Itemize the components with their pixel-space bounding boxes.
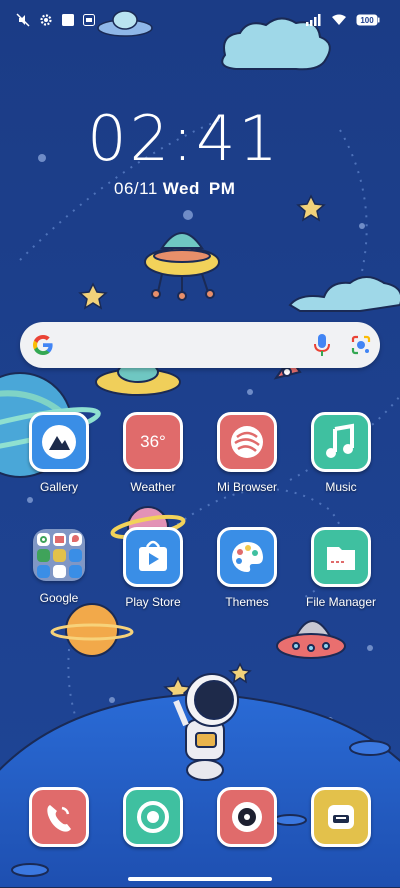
square-notification-icon bbox=[62, 14, 74, 26]
wifi-icon bbox=[331, 14, 347, 26]
clock-date[interactable]: 06/11 Wed PM bbox=[114, 179, 235, 199]
app-label: Gallery bbox=[39, 480, 78, 494]
file-manager-icon bbox=[311, 527, 371, 587]
folder-app-google-icon bbox=[37, 533, 50, 546]
folder-app-meet-icon bbox=[53, 549, 66, 562]
folder-icon bbox=[33, 529, 85, 581]
google-search-bar[interactable] bbox=[20, 322, 380, 368]
day-text: Wed bbox=[162, 179, 200, 198]
ampm-text: PM bbox=[208, 179, 236, 198]
app-label: Google bbox=[39, 591, 79, 605]
folder-app-photos-icon bbox=[69, 549, 82, 562]
browser-icon bbox=[217, 412, 277, 472]
themes-icon bbox=[217, 527, 277, 587]
play-store-icon bbox=[123, 527, 183, 587]
dock-camera[interactable] bbox=[202, 787, 292, 847]
chrome-icon bbox=[123, 787, 183, 847]
signal-icon bbox=[306, 14, 322, 26]
weather-temperature: 36° bbox=[140, 432, 166, 451]
status-bar: 100 bbox=[16, 10, 380, 30]
app-weather[interactable]: 36° Weather bbox=[108, 412, 198, 494]
folder-app-drive-icon bbox=[37, 549, 50, 562]
dock-phone[interactable] bbox=[14, 787, 104, 847]
mute-icon bbox=[16, 13, 30, 27]
date-text: 06/11 bbox=[114, 179, 158, 198]
folder-app-files-icon bbox=[53, 565, 66, 578]
folder-app-duo-icon bbox=[37, 565, 50, 578]
app-music[interactable]: Music bbox=[296, 412, 386, 494]
battery-level: 100 bbox=[360, 16, 374, 25]
app-label: Mi Browser bbox=[216, 480, 277, 494]
weather-icon: 36° bbox=[123, 412, 183, 472]
app-mi-browser[interactable]: Mi Browser bbox=[202, 412, 292, 494]
mic-icon[interactable] bbox=[312, 332, 332, 363]
app-themes[interactable]: Themes bbox=[202, 527, 292, 609]
battery-icon: 100 bbox=[356, 14, 380, 26]
app-file-manager[interactable]: File Manager bbox=[296, 527, 386, 609]
camera-icon bbox=[217, 787, 277, 847]
folder-app-settings-icon bbox=[69, 565, 82, 578]
lens-icon[interactable] bbox=[350, 334, 372, 361]
folder-app-gmail-icon bbox=[53, 533, 66, 546]
dock-messages[interactable] bbox=[296, 787, 386, 847]
dock-chrome[interactable] bbox=[108, 787, 198, 847]
app-label: File Manager bbox=[305, 595, 377, 609]
app-label: Themes bbox=[225, 595, 269, 609]
clock-time[interactable]: 02:41 bbox=[0, 104, 368, 174]
app-label: Weather bbox=[130, 480, 176, 494]
music-icon bbox=[311, 412, 371, 472]
app-gallery[interactable]: Gallery bbox=[14, 412, 104, 494]
folder-app-maps-icon bbox=[69, 533, 82, 546]
phone-icon bbox=[29, 787, 89, 847]
home-indicator[interactable] bbox=[128, 877, 272, 881]
gear-icon bbox=[39, 13, 53, 27]
app-label: Music bbox=[325, 480, 357, 494]
sim-icon bbox=[83, 14, 95, 26]
app-google-folder[interactable]: Google bbox=[14, 527, 104, 605]
gallery-icon bbox=[29, 412, 89, 472]
app-label: Play Store bbox=[125, 595, 181, 609]
app-play-store[interactable]: Play Store bbox=[108, 527, 198, 609]
messages-icon bbox=[311, 787, 371, 847]
google-logo-icon bbox=[31, 332, 55, 363]
